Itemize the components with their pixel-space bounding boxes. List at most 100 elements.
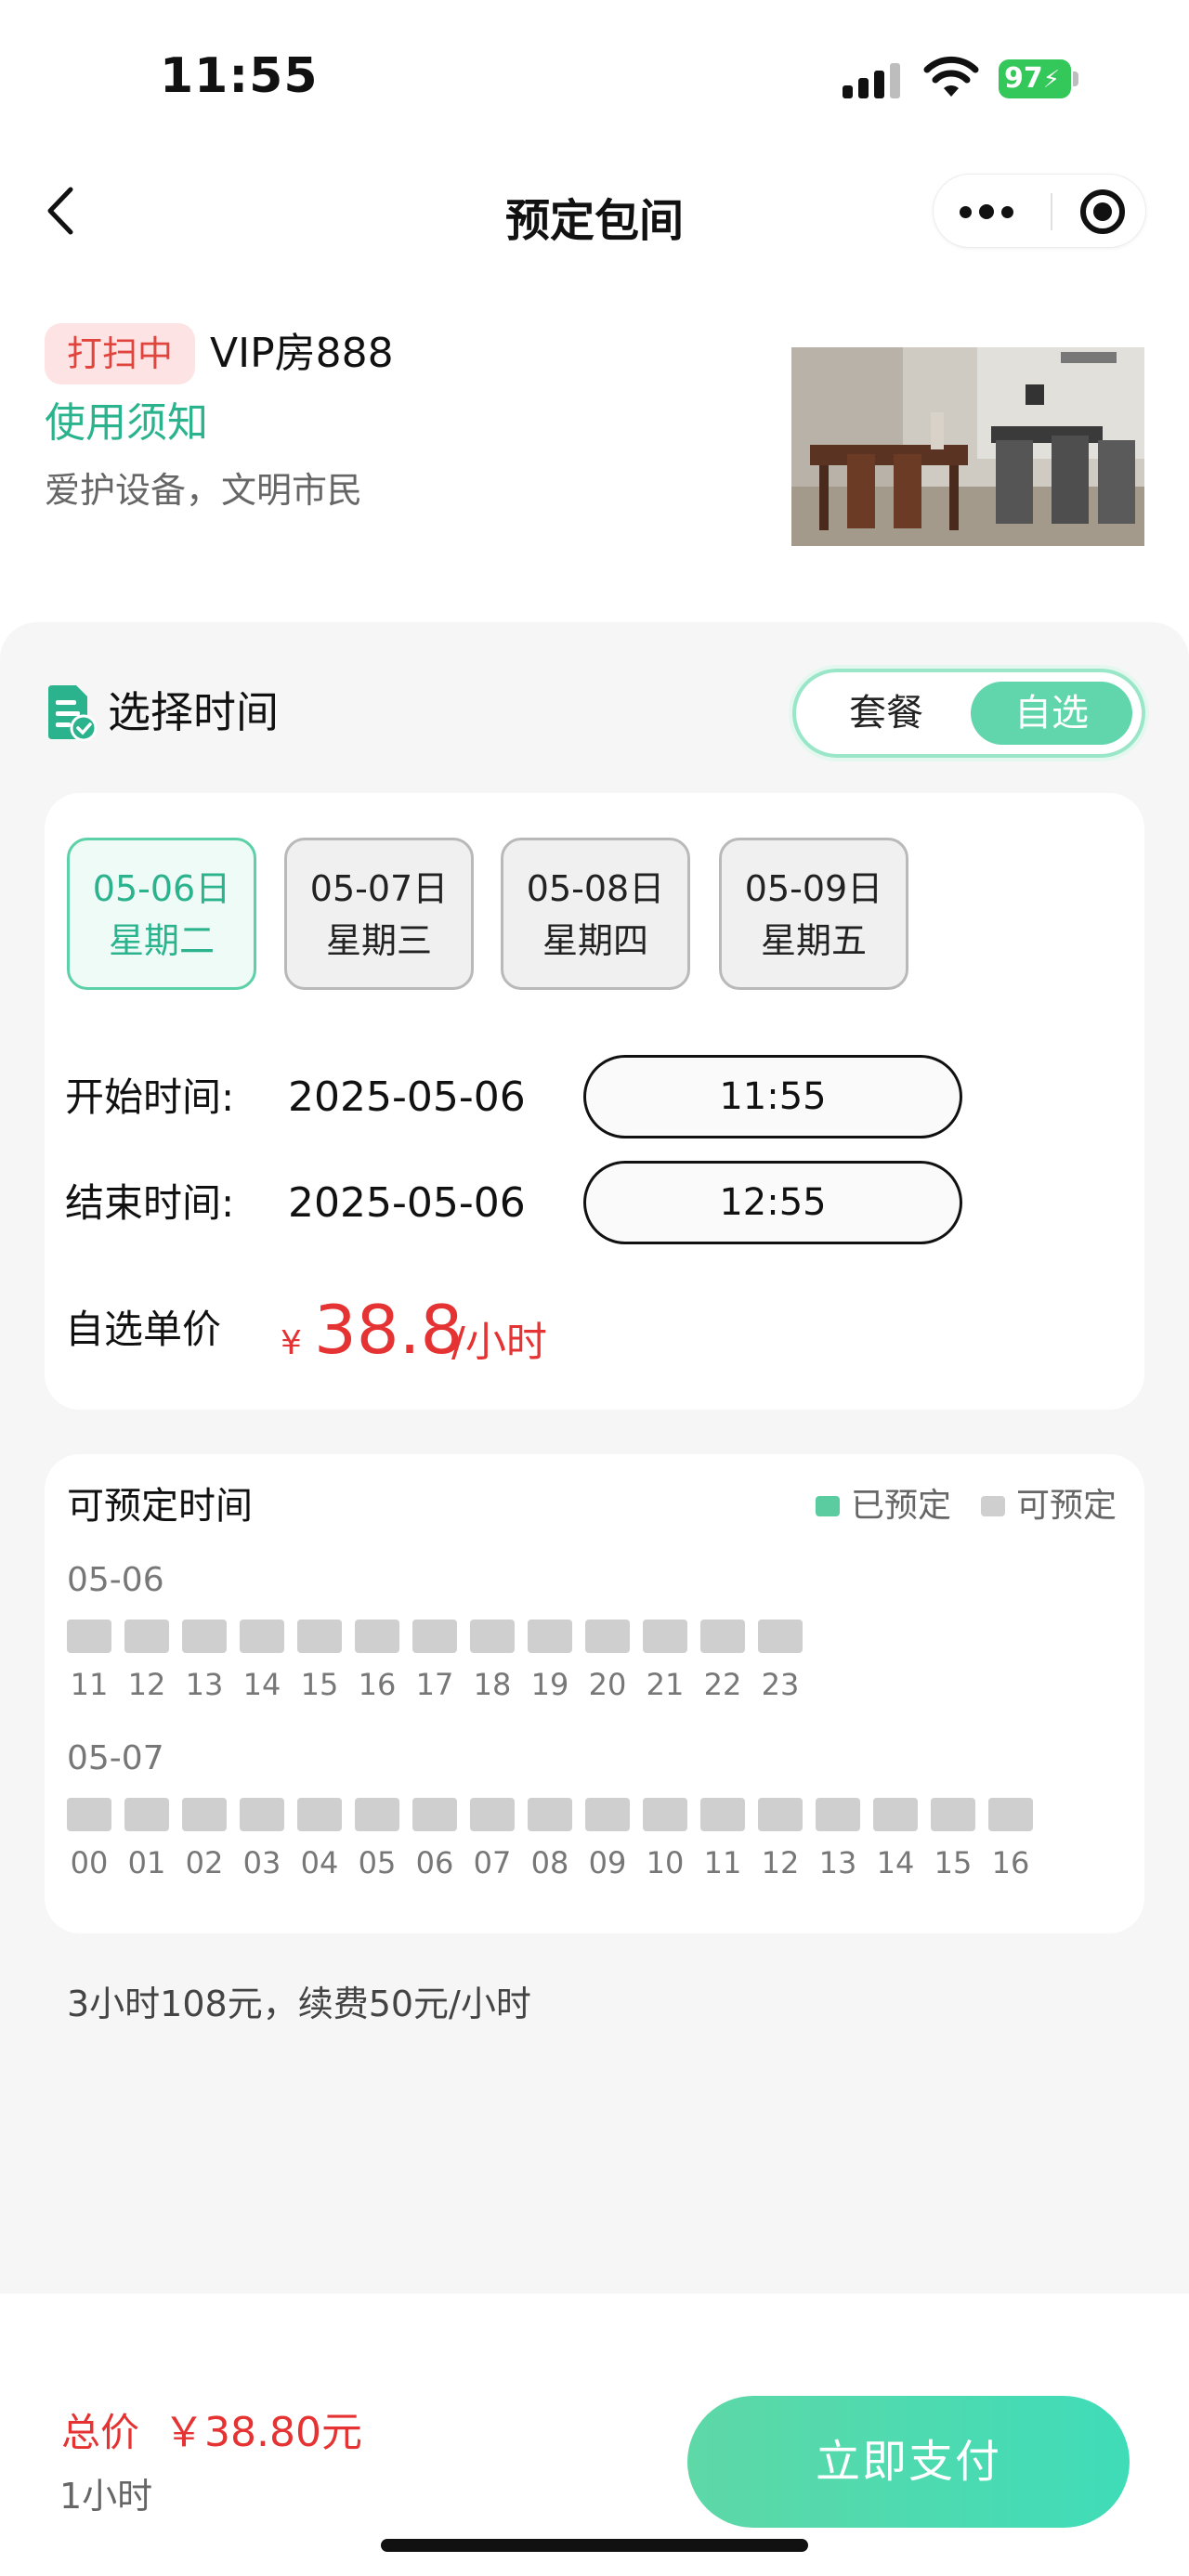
hour-slot[interactable]: 14 — [873, 1798, 918, 1883]
date-chip-date: 05-08日 — [526, 868, 665, 909]
date-chip-weekday: 星期二 — [108, 920, 215, 961]
hour-slot[interactable]: 00 — [67, 1798, 111, 1883]
hour-slot-box[interactable] — [585, 1620, 630, 1653]
hour-slot-box[interactable] — [182, 1798, 227, 1831]
hour-slot-box[interactable] — [643, 1620, 687, 1653]
unit-price-value: 38.8 — [314, 1291, 464, 1369]
hour-slot[interactable]: 07 — [470, 1798, 515, 1883]
hour-slot-box[interactable] — [873, 1798, 918, 1831]
hour-slot-box[interactable] — [67, 1798, 111, 1831]
hour-slot-box[interactable] — [412, 1620, 457, 1653]
hour-slot[interactable]: 15 — [297, 1620, 342, 1705]
hour-slot-box[interactable] — [297, 1798, 342, 1831]
hour-slot[interactable]: 05 — [355, 1798, 399, 1883]
hour-slot[interactable]: 17 — [412, 1620, 457, 1705]
hour-slot-box[interactable] — [528, 1798, 572, 1831]
hour-slot[interactable]: 02 — [182, 1798, 227, 1883]
hour-slot[interactable]: 21 — [643, 1620, 687, 1705]
hour-slot-box[interactable] — [67, 1620, 111, 1653]
date-chip[interactable]: 05-07日 星期三 — [284, 838, 474, 990]
price-currency: ¥ — [281, 1324, 302, 1362]
hour-slot-box[interactable] — [988, 1798, 1033, 1831]
hour-slot[interactable]: 20 — [585, 1620, 630, 1705]
hour-slot[interactable]: 18 — [470, 1620, 515, 1705]
hour-slot-box[interactable] — [182, 1620, 227, 1653]
hour-slot[interactable]: 06 — [412, 1798, 457, 1883]
hour-slot-box[interactable] — [355, 1620, 399, 1653]
hour-slot[interactable]: 10 — [643, 1798, 687, 1883]
day-label: 05-07 — [67, 1739, 164, 1777]
usage-notice-link[interactable]: 使用须知 — [45, 396, 208, 451]
start-time-picker[interactable]: 11:55 — [583, 1055, 962, 1138]
legend-available-label: 可预定 — [1016, 1487, 1117, 1525]
hour-slot-box[interactable] — [470, 1620, 515, 1653]
nav-bar: 预定包间 — [0, 158, 1189, 264]
hour-slot-box[interactable] — [124, 1620, 169, 1653]
hour-slot[interactable]: 03 — [240, 1798, 284, 1883]
hour-slot[interactable]: 11 — [700, 1798, 745, 1883]
hour-slot-box[interactable] — [528, 1620, 572, 1653]
room-photo — [791, 347, 1144, 546]
hour-slot-box[interactable] — [643, 1798, 687, 1831]
pay-now-button[interactable]: 立即支付 — [687, 2396, 1130, 2528]
date-chip-date: 05-09日 — [744, 868, 883, 909]
mode-package-button[interactable]: 套餐 — [805, 682, 967, 745]
section-title: 选择时间 — [108, 687, 279, 737]
battery-level: 97 — [1004, 62, 1043, 95]
day-label: 05-06 — [67, 1561, 164, 1599]
hour-slot[interactable]: 14 — [240, 1620, 284, 1705]
total-price: ￥38.80元 — [163, 2409, 362, 2456]
hour-slot[interactable]: 04 — [297, 1798, 342, 1883]
more-button[interactable] — [934, 175, 1039, 249]
hour-slot[interactable]: 12 — [124, 1620, 169, 1705]
status-bar: 11:55 97⚡ — [0, 0, 1189, 149]
availability-card: 可预定时间 已预定 可预定 05-06 11 12 13 14 15 16 17 18 19 20… — [45, 1454, 1144, 1933]
hour-slot[interactable]: 08 — [528, 1798, 572, 1883]
hour-slot[interactable]: 15 — [931, 1798, 975, 1883]
hour-slot-box[interactable] — [585, 1798, 630, 1831]
battery-icon: 97⚡ — [999, 59, 1078, 98]
mode-custom-button[interactable]: 自选 — [971, 682, 1132, 745]
hour-slot[interactable]: 23 — [758, 1620, 803, 1705]
hour-slot[interactable]: 01 — [124, 1798, 169, 1883]
date-chip[interactable]: 05-09日 星期五 — [719, 838, 908, 990]
booked-swatch — [816, 1496, 840, 1516]
hour-slot-box[interactable] — [700, 1620, 745, 1653]
hour-slot-box[interactable] — [758, 1620, 803, 1653]
end-time-picker[interactable]: 12:55 — [583, 1161, 962, 1244]
hour-slot-box[interactable] — [700, 1798, 745, 1831]
room-status-badge: 打扫中 — [45, 323, 196, 384]
start-date: 2025-05-06 — [288, 1073, 526, 1121]
time-selection-card: 05-06日 星期二 05-07日 星期三 05-08日 星期四 05-09日 … — [45, 793, 1144, 1410]
hour-slot-box[interactable] — [931, 1798, 975, 1831]
date-chip-weekday: 星期四 — [542, 920, 648, 961]
hour-slot-box[interactable] — [816, 1798, 860, 1831]
hour-slot-box[interactable] — [240, 1620, 284, 1653]
hour-slots-row: 00 01 02 03 04 05 06 07 08 09 10 11 12 13 14 15 16 — [67, 1798, 1126, 1881]
date-chip[interactable]: 05-08日 星期四 — [501, 838, 690, 990]
hour-slot[interactable]: 13 — [816, 1798, 860, 1883]
hour-slot-box[interactable] — [240, 1798, 284, 1831]
hour-slot-box[interactable] — [297, 1620, 342, 1653]
hour-slot-box[interactable] — [355, 1798, 399, 1831]
legend-available: 可预定 — [981, 1488, 1117, 1525]
start-time-label: 开始时间: — [65, 1074, 235, 1120]
hour-slot-box[interactable] — [758, 1798, 803, 1831]
hour-slot[interactable]: 19 — [528, 1620, 572, 1705]
date-chip[interactable]: 05-06日 星期二 — [67, 838, 256, 990]
hour-slots-row: 11 12 13 14 15 16 17 18 19 20 21 22 23 — [67, 1620, 1126, 1703]
hour-slot-box[interactable] — [124, 1798, 169, 1831]
hour-slot[interactable]: 13 — [182, 1620, 227, 1705]
hour-slot[interactable]: 11 — [67, 1620, 111, 1705]
legend-booked-label: 已预定 — [851, 1487, 952, 1525]
close-mini-program-button[interactable] — [1058, 175, 1147, 249]
hour-slot[interactable]: 16 — [355, 1620, 399, 1705]
status-time: 11:55 — [160, 48, 319, 104]
hour-slot[interactable]: 12 — [758, 1798, 803, 1883]
hour-slot[interactable]: 22 — [700, 1620, 745, 1705]
hour-slot-box[interactable] — [470, 1798, 515, 1831]
hour-slot[interactable]: 16 — [988, 1798, 1033, 1883]
hour-slot[interactable]: 09 — [585, 1798, 630, 1883]
hour-slot-box[interactable] — [412, 1798, 457, 1831]
capsule-divider — [1051, 193, 1052, 230]
